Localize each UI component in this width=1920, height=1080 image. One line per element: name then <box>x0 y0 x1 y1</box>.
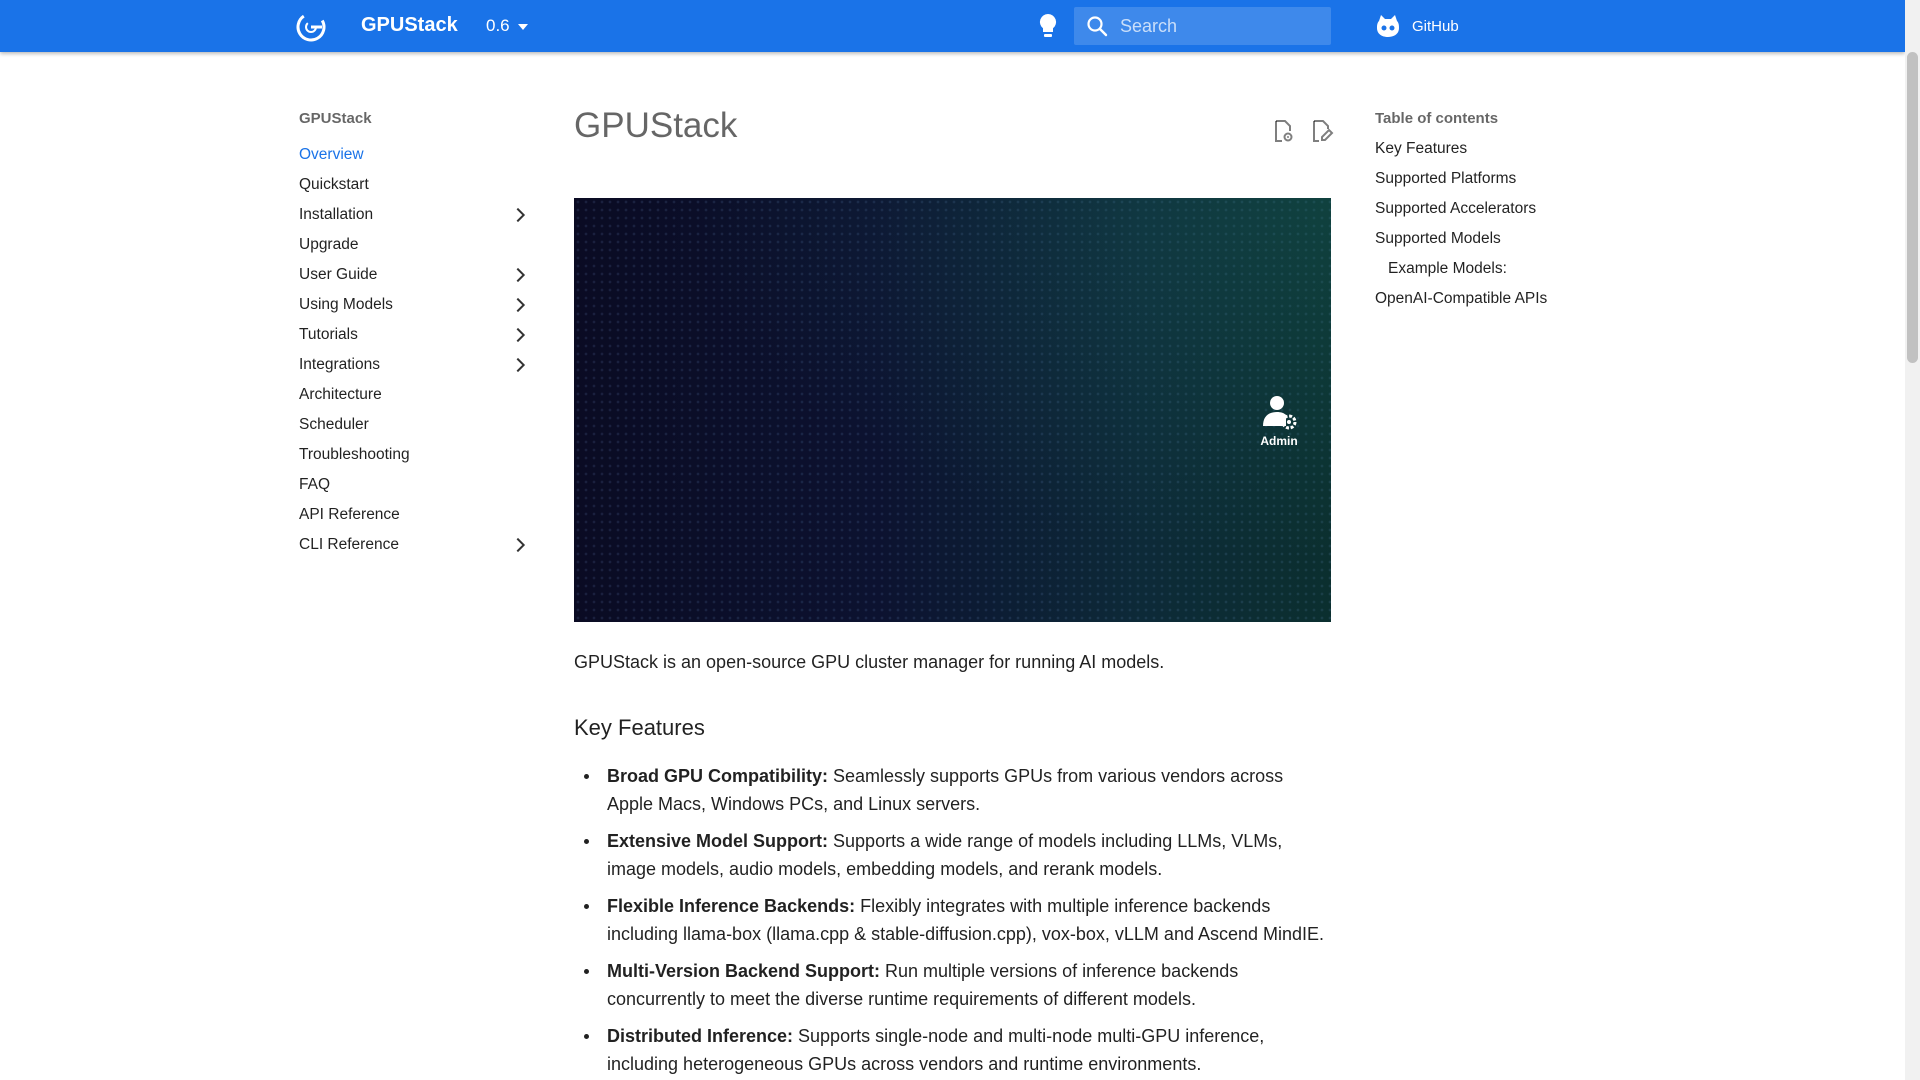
feature-title: Multi-Version Backend Support: <box>607 961 881 981</box>
hero-glow <box>574 198 1331 622</box>
site-name[interactable]: GPUStack <box>361 14 458 37</box>
toc-item-openai-compatible-apis[interactable]: OpenAI-Compatible APIs <box>1375 290 1625 320</box>
nav-item-api-reference[interactable]: API Reference <box>299 500 529 530</box>
feature-title: Flexible Inference Backends: <box>607 896 856 916</box>
feature-item: Distributed Inference: Supports single-n… <box>574 1022 1331 1078</box>
nav-item-installation[interactable]: Installation <box>299 200 529 230</box>
primary-nav: GPUStack Overview Quickstart Installation U… <box>299 110 529 560</box>
nav-item-user-guide[interactable]: User Guide <box>299 260 529 290</box>
feature-title: Distributed Inference: <box>607 1026 794 1046</box>
chevron-right-icon[interactable] <box>510 537 526 553</box>
toc-item-supported-models[interactable]: Supported Models <box>1375 230 1625 260</box>
top-header: GPUStack 0.6 GitHub <box>0 0 1905 52</box>
nav-item-tutorials[interactable]: Tutorials <box>299 320 529 350</box>
feature-item: Broad GPU Compatibility: Seamlessly supp… <box>574 762 1331 818</box>
nav-item-overview[interactable]: Overview <box>299 140 529 170</box>
feature-item: Multi-Version Backend Support: Run multi… <box>574 957 1331 1013</box>
nav-item-label: User Guide <box>299 266 378 283</box>
gpustack-logo-icon[interactable] <box>296 12 326 42</box>
nav-item-upgrade[interactable]: Upgrade <box>299 230 529 260</box>
chevron-right-icon[interactable] <box>510 357 526 373</box>
chevron-right-icon[interactable] <box>510 297 526 313</box>
search-icon <box>1087 16 1108 37</box>
nav-item-label: Using Models <box>299 296 393 313</box>
edit-page-icon[interactable] <box>1308 118 1334 144</box>
nav-item-label: Quickstart <box>299 176 369 193</box>
toc-item-example-models[interactable]: Example Models: <box>1375 260 1625 290</box>
search-box[interactable] <box>1074 7 1331 45</box>
chevron-down-icon <box>517 24 528 30</box>
toc-item-key-features[interactable]: Key Features <box>1375 140 1625 170</box>
nav-item-architecture[interactable]: Architecture <box>299 380 529 410</box>
feature-title: Extensive Model Support: <box>607 831 829 851</box>
nav-item-label: Architecture <box>299 386 382 403</box>
key-features-list: Broad GPU Compatibility: Seamlessly supp… <box>574 762 1331 1080</box>
intro-paragraph: GPUStack is an open-source GPU cluster m… <box>574 652 1165 672</box>
toc-item-supported-accelerators[interactable]: Supported Accelerators <box>1375 200 1625 230</box>
nav-item-cli-reference[interactable]: CLI Reference <box>299 530 529 560</box>
feature-title: Broad GPU Compatibility: <box>607 766 829 786</box>
github-label: GitHub <box>1412 17 1459 35</box>
scrollbar-thumb[interactable] <box>1907 52 1918 363</box>
nav-item-label: API Reference <box>299 506 400 523</box>
nav-item-quickstart[interactable]: Quickstart <box>299 170 529 200</box>
nav-item-integrations[interactable]: Integrations <box>299 350 529 380</box>
nav-item-label: CLI Reference <box>299 536 399 553</box>
admin-badge: Admin <box>1254 392 1304 448</box>
toc-items: Key Features Supported Platforms Supported… <box>1375 140 1625 320</box>
nav-item-faq[interactable]: FAQ <box>299 470 529 500</box>
version-label: 0.6 <box>486 16 510 35</box>
hero-image: Admin <box>574 198 1331 622</box>
view-source-icon[interactable] <box>1270 118 1296 144</box>
table-of-contents: Table of contents Key Features Supported … <box>1375 110 1625 320</box>
feature-item: Flexible Inference Backends: Flexibly in… <box>574 892 1331 948</box>
admin-user-gear-icon <box>1263 396 1297 430</box>
nav-item-label: Tutorials <box>299 326 358 343</box>
nav-title: GPUStack <box>299 110 372 127</box>
nav-item-troubleshooting[interactable]: Troubleshooting <box>299 440 529 470</box>
toc-item-supported-platforms[interactable]: Supported Platforms <box>1375 170 1625 200</box>
section-heading-key-features: Key Features <box>574 715 705 740</box>
chevron-right-icon[interactable] <box>510 267 526 283</box>
github-icon <box>1377 15 1399 37</box>
main-content: GPUStack <box>574 106 1331 156</box>
nav-item-using-models[interactable]: Using Models <box>299 290 529 320</box>
nav-items: Overview Quickstart Installation Upgrade Use… <box>299 140 529 560</box>
page-title: GPUStack <box>574 106 738 145</box>
nav-item-label: FAQ <box>299 476 331 493</box>
nav-item-label: Overview <box>299 146 364 163</box>
toc-title: Table of contents <box>1375 110 1499 127</box>
admin-label: Admin <box>1260 434 1298 448</box>
nav-item-label: Integrations <box>299 356 380 373</box>
nav-item-scheduler[interactable]: Scheduler <box>299 410 529 440</box>
github-link[interactable]: GitHub <box>1374 12 1459 40</box>
version-selector[interactable]: 0.6 <box>486 16 528 36</box>
chevron-right-icon[interactable] <box>510 207 526 223</box>
feature-item: Extensive Model Support: Supports a wide… <box>574 827 1331 883</box>
nav-item-label: Scheduler <box>299 416 369 433</box>
nav-item-label: Upgrade <box>299 236 359 253</box>
scrollbar[interactable] <box>1905 0 1920 1080</box>
search-input[interactable] <box>1120 15 1320 37</box>
page-actions <box>1270 118 1334 144</box>
lightbulb-icon[interactable] <box>1036 12 1060 40</box>
nav-item-label: Installation <box>299 206 374 223</box>
nav-item-label: Troubleshooting <box>299 446 410 463</box>
chevron-right-icon[interactable] <box>510 327 526 343</box>
